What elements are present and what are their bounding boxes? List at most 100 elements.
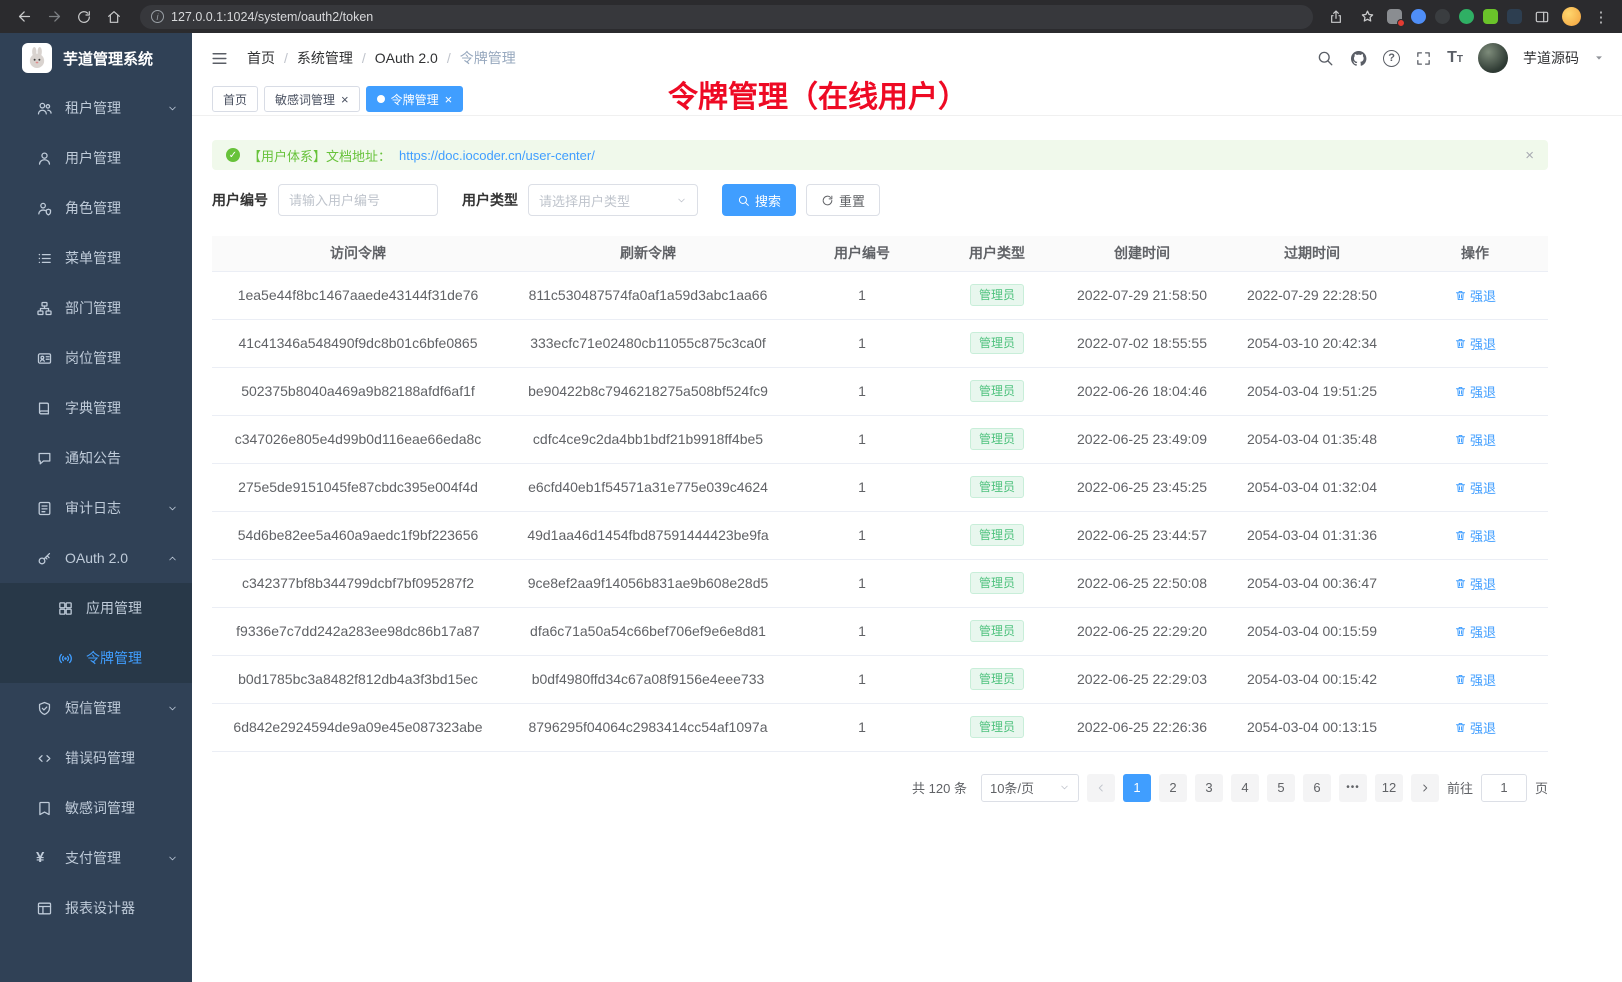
extension-icon-4[interactable] <box>1459 9 1474 24</box>
browser-menu-icon[interactable]: ⋮ <box>1590 6 1612 28</box>
address-bar[interactable]: i 127.0.0.1:1024/system/oauth2/token <box>140 5 1313 29</box>
site-info-icon[interactable]: i <box>151 10 164 23</box>
sidebar-item-post[interactable]: 岗位管理 <box>0 333 192 383</box>
pagination: 共 120 条 10条/页 1 2 3 4 5 6 ••• 12 前往 页 <box>212 774 1548 802</box>
sidebar-item-error-code[interactable]: 错误码管理 <box>0 733 192 783</box>
page-button-12[interactable]: 12 <box>1375 774 1403 802</box>
close-icon[interactable]: × <box>445 93 453 106</box>
force-logout-button[interactable]: 强退 <box>1454 718 1496 737</box>
extension-icon-2[interactable] <box>1411 9 1426 24</box>
search-icon[interactable] <box>1316 49 1334 67</box>
filter-form: 用户编号 用户类型 请选择用户类型 搜索 重置 <box>212 184 1548 216</box>
app-grid-icon <box>57 600 74 617</box>
sidebar-item-sensitive-word[interactable]: 敏感词管理 <box>0 783 192 833</box>
sidebar-item-audit-log[interactable]: 审计日志 <box>0 483 192 533</box>
back-button[interactable] <box>10 5 38 29</box>
doc-link[interactable]: https://doc.iocoder.cn/user-center/ <box>399 148 595 163</box>
sidebar-item-app-management[interactable]: 应用管理 <box>0 583 192 633</box>
sidebar-item-tenant[interactable]: 租户管理 <box>0 83 192 133</box>
side-panel-icon[interactable] <box>1531 6 1553 28</box>
breadcrumb-system[interactable]: 系统管理 <box>297 48 353 68</box>
user-name[interactable]: 芋道源码 <box>1523 48 1579 68</box>
user-avatar[interactable] <box>1478 43 1508 73</box>
force-logout-button[interactable]: 强退 <box>1454 574 1496 593</box>
user-type-select[interactable]: 请选择用户类型 <box>528 184 698 216</box>
extension-icon-1[interactable] <box>1387 9 1402 24</box>
page-button-2[interactable]: 2 <box>1159 774 1187 802</box>
prev-page-button[interactable] <box>1087 774 1115 802</box>
alert-close-icon[interactable]: × <box>1525 147 1534 164</box>
sidebar-item-notice[interactable]: 通知公告 <box>0 433 192 483</box>
font-size-icon[interactable]: TT <box>1447 50 1463 66</box>
token-table-body: 1ea5e44f8bc1467aaede43144f31de76 811c530… <box>212 271 1548 751</box>
token-table-row: c342377bf8b344799dcbf7bf095287f2 9ce8ef2… <box>212 559 1548 607</box>
sidebar-item-report-designer[interactable]: 报表设计器 <box>0 883 192 933</box>
page-button-1[interactable]: 1 <box>1123 774 1151 802</box>
breadcrumb-home[interactable]: 首页 <box>247 48 275 68</box>
bookmark-star-icon[interactable] <box>1356 6 1378 28</box>
force-logout-button[interactable]: 强退 <box>1454 334 1496 353</box>
tab-sensitive-word[interactable]: 敏感词管理× <box>264 86 360 112</box>
github-icon[interactable] <box>1349 49 1368 68</box>
caret-down-icon[interactable] <box>1594 53 1604 63</box>
expire-time-cell: 2054-03-10 20:42:34 <box>1222 319 1402 367</box>
user-type-badge: 管理员 <box>970 332 1024 355</box>
goto-page-input[interactable] <box>1481 774 1527 802</box>
sidebar-item-oauth[interactable]: OAuth 2.0 <box>0 533 192 583</box>
fullscreen-icon[interactable] <box>1415 50 1432 67</box>
help-icon[interactable]: ? <box>1383 50 1400 67</box>
sidebar-item-role[interactable]: 角色管理 <box>0 183 192 233</box>
create-time-cell: 2022-06-25 23:49:09 <box>1062 415 1222 463</box>
force-logout-button[interactable]: 强退 <box>1454 286 1496 305</box>
more-pages-button[interactable]: ••• <box>1339 774 1367 802</box>
reload-icon <box>76 9 92 25</box>
force-logout-button[interactable]: 强退 <box>1454 478 1496 497</box>
breadcrumb-oauth[interactable]: OAuth 2.0 <box>375 50 438 66</box>
create-time-cell: 2022-06-25 22:29:03 <box>1062 655 1222 703</box>
create-time-cell: 2022-06-26 18:04:46 <box>1062 367 1222 415</box>
user-type-badge: 管理员 <box>970 716 1024 739</box>
close-icon[interactable]: × <box>341 93 349 106</box>
page-button-4[interactable]: 4 <box>1231 774 1259 802</box>
refresh-token-cell: dfa6c71a50a54c66bef706ef9e6e8d81 <box>504 607 792 655</box>
sidebar-item-payment[interactable]: ¥ 支付管理 <box>0 833 192 883</box>
sidebar-item-menu[interactable]: 菜单管理 <box>0 233 192 283</box>
extension-icon-6[interactable] <box>1507 9 1522 24</box>
sidebar-item-dept[interactable]: 部门管理 <box>0 283 192 333</box>
force-logout-button[interactable]: 强退 <box>1454 622 1496 641</box>
forward-button[interactable] <box>40 5 68 29</box>
extensions-puzzle-icon[interactable] <box>1483 9 1498 24</box>
user-type-cell: 管理员 <box>932 415 1062 463</box>
sidebar-item-user[interactable]: 用户管理 <box>0 133 192 183</box>
yen-icon: ¥ <box>36 850 53 867</box>
reset-button[interactable]: 重置 <box>806 184 880 216</box>
user-id-input[interactable] <box>278 184 438 216</box>
page-size-select[interactable]: 10条/页 <box>981 774 1079 802</box>
share-icon[interactable] <box>1325 6 1347 28</box>
force-logout-button[interactable]: 强退 <box>1454 382 1496 401</box>
page-button-5[interactable]: 5 <box>1267 774 1295 802</box>
menu-fold-icon[interactable] <box>210 49 229 68</box>
user-type-cell: 管理员 <box>932 655 1062 703</box>
home-button[interactable] <box>100 5 128 29</box>
page-button-3[interactable]: 3 <box>1195 774 1223 802</box>
user-type-badge: 管理员 <box>970 620 1024 643</box>
sidebar-item-token-management[interactable]: 令牌管理 <box>0 633 192 683</box>
app-logo[interactable]: 芋道管理系统 <box>0 33 192 83</box>
access-token-cell: 41c41346a548490f9dc8b01c6bfe0865 <box>212 319 504 367</box>
tab-home[interactable]: 首页 <box>212 86 258 112</box>
sidebar-item-dict[interactable]: 字典管理 <box>0 383 192 433</box>
browser-profile-avatar[interactable] <box>1562 7 1581 26</box>
reload-button[interactable] <box>70 5 98 29</box>
force-logout-button[interactable]: 强退 <box>1454 526 1496 545</box>
force-logout-button[interactable]: 强退 <box>1454 670 1496 689</box>
page-button-6[interactable]: 6 <box>1303 774 1331 802</box>
token-table-header: 访问令牌 刷新令牌 用户编号 用户类型 创建时间 过期时间 操作 <box>212 236 1548 271</box>
search-button[interactable]: 搜索 <box>722 184 796 216</box>
tab-token-management[interactable]: 令牌管理× <box>366 86 464 112</box>
next-page-button[interactable] <box>1411 774 1439 802</box>
force-logout-button[interactable]: 强退 <box>1454 430 1496 449</box>
extension-icon-3[interactable] <box>1435 9 1450 24</box>
sidebar-item-sms[interactable]: 短信管理 <box>0 683 192 733</box>
access-token-cell: 502375b8040a469a9b82188afdf6af1f <box>212 367 504 415</box>
